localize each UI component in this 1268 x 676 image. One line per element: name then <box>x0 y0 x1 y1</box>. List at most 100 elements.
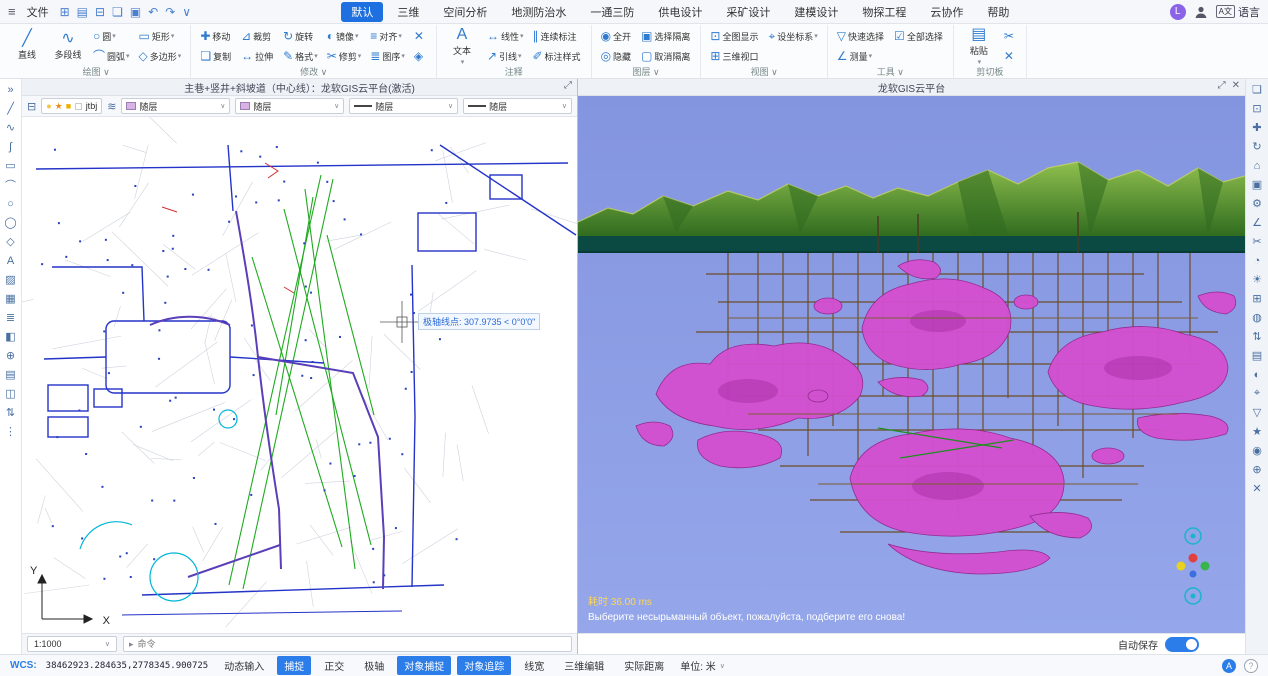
tool-measure[interactable]: ∠测量▾ <box>834 46 888 66</box>
tool-move[interactable]: ✚移动 <box>197 26 235 46</box>
tool-align[interactable]: ≡对齐▾ <box>367 26 408 46</box>
tool-unisolate[interactable]: ▢取消隔离 <box>638 46 694 66</box>
lineweight-select[interactable]: 随层 ∨ <box>463 98 572 114</box>
tool-stretch[interactable]: ↔拉伸 <box>238 46 277 66</box>
tool-cut[interactable]: ✂ <box>1001 26 1020 46</box>
viewport-tool-icon[interactable]: ◫ <box>2 385 20 402</box>
redo-icon[interactable]: ↷ <box>165 6 175 18</box>
tab-geology-water[interactable]: 地测防治水 <box>501 2 576 22</box>
home-view-icon[interactable]: ⌂ <box>1248 157 1266 174</box>
tool-clear[interactable]: ✕ <box>1001 46 1020 66</box>
circle-tool-icon[interactable]: ○ <box>2 195 20 212</box>
quickbar-more-icon[interactable]: ∨ <box>182 6 191 18</box>
ortho-toggle[interactable]: 正交 <box>317 656 351 675</box>
line-tool-icon[interactable]: ╱ <box>2 100 20 117</box>
hatch-tool-icon[interactable]: ▨ <box>2 271 20 288</box>
snap-toggle[interactable]: 捕捉 <box>277 656 311 675</box>
tool-line[interactable]: ╱直线 <box>8 26 46 66</box>
polar-toggle[interactable]: 极轴 <box>357 656 391 675</box>
tool-leader[interactable]: ↗引线▾ <box>484 46 527 66</box>
tool-arc[interactable]: ⌒圆弧▾ <box>90 46 133 66</box>
assistant-icon[interactable]: A <box>1222 659 1236 673</box>
tool-rectangle[interactable]: ▭矩形▾ <box>136 26 185 46</box>
tool-rotate[interactable]: ↻旋转 <box>280 26 321 46</box>
fullscreen-icon[interactable]: ⤢ <box>1218 80 1226 91</box>
mirror-view-icon[interactable]: ◐ <box>1248 366 1266 383</box>
block-tool-icon[interactable]: ◧ <box>2 328 20 345</box>
layer-checkbox-icon[interactable]: ▢ <box>74 102 83 111</box>
lineweight-toggle[interactable]: 线宽 <box>517 656 551 675</box>
tool-explode[interactable]: ◈ <box>411 46 430 66</box>
table-tool-icon[interactable]: ▦ <box>2 290 20 307</box>
tool-layers-hide[interactable]: ◎隐藏 <box>598 46 636 66</box>
polygon-tool-icon[interactable]: ◇ <box>2 233 20 250</box>
ribbon-group-label[interactable]: 图层 ∨ <box>598 66 695 78</box>
tool-format-brush[interactable]: ✎格式▾ <box>280 46 321 66</box>
tab-power-design[interactable]: 供电设计 <box>648 2 712 22</box>
orbit-icon[interactable]: ↻ <box>1248 138 1266 155</box>
ellipse-tool-icon[interactable]: ◯ <box>2 214 20 231</box>
unit-select[interactable]: 单位: 米 ∨ <box>680 658 725 673</box>
3d-edit-toggle[interactable]: 三维编辑 <box>557 656 611 675</box>
record-icon[interactable]: ◉ <box>1248 442 1266 459</box>
text-tool-icon[interactable]: A <box>2 252 20 269</box>
tab-cloud-collab[interactable]: 云协作 <box>920 2 973 22</box>
shade-mode-icon[interactable]: ◔ <box>1248 252 1266 269</box>
scene-3d-render[interactable] <box>578 96 1245 633</box>
otrack-toggle[interactable]: 对象追踪 <box>457 656 511 675</box>
more-tools-icon[interactable]: ⋮ <box>2 423 20 440</box>
tab-3d[interactable]: 三维 <box>387 2 429 22</box>
layer-state-icon[interactable]: ▤ <box>1248 347 1266 364</box>
layer-manager-icon[interactable]: ⊟ <box>27 100 36 113</box>
close-icon[interactable]: ✕ <box>1232 80 1240 91</box>
section-icon[interactable]: ✂ <box>1248 233 1266 250</box>
ucs-icon[interactable]: ⌖ <box>1248 385 1266 402</box>
fit-extents-icon[interactable]: ⊡ <box>1248 100 1266 117</box>
select-box-icon[interactable]: ▣ <box>1248 176 1266 193</box>
tool-delete[interactable]: ✕ <box>411 26 430 46</box>
print-icon[interactable]: ▣ <box>130 6 141 18</box>
language-switcher[interactable]: A文 语言 <box>1216 4 1260 20</box>
tool-continue-dim[interactable]: ∥连续标注 <box>529 26 584 46</box>
save-as-icon[interactable]: ❏ <box>112 6 123 18</box>
point-tool-icon[interactable]: ⊕ <box>2 347 20 364</box>
fullscreen-icon[interactable]: ⤢ <box>564 80 572 91</box>
measure-angle-icon[interactable]: ∠ <box>1248 214 1266 231</box>
spline-tool-icon[interactable]: ʃ <box>2 138 20 155</box>
tab-help[interactable]: 帮助 <box>977 2 1019 22</box>
new-file-icon[interactable]: ⊞ <box>60 6 70 18</box>
polyline-tool-icon[interactable]: ∿ <box>2 119 20 136</box>
layer-list-icon[interactable]: ≣ <box>2 309 20 326</box>
tool-paste[interactable]: ▤粘贴▾ <box>960 26 998 66</box>
real-distance-toggle[interactable]: 实际距离 <box>617 656 671 675</box>
tab-ventilation[interactable]: 一通三防 <box>580 2 644 22</box>
layer-color-select[interactable]: 随层 ∨ <box>121 98 230 114</box>
tab-geophysics[interactable]: 物探工程 <box>852 2 916 22</box>
ribbon-group-label[interactable]: 工具 ∨ <box>834 66 947 78</box>
ribbon-group-label[interactable]: 修改 ∨ <box>197 66 430 78</box>
rectangle-tool-icon[interactable]: ▭ <box>2 157 20 174</box>
undo-icon[interactable]: ↶ <box>148 6 158 18</box>
tool-dim-style[interactable]: ✐标注样式 <box>529 46 584 66</box>
entity-color-select[interactable]: 随层 ∨ <box>235 98 344 114</box>
render-icon[interactable]: ◍ <box>1248 309 1266 326</box>
user-avatar[interactable]: L <box>1170 4 1186 20</box>
tool-linear-dim[interactable]: ↔线性▾ <box>484 26 527 46</box>
scale-select[interactable]: 1:1000 ∨ <box>27 636 117 652</box>
tool-isolate-selection[interactable]: ▣选择隔离 <box>638 26 694 46</box>
tool-draw-order[interactable]: ≣图序▾ <box>367 46 408 66</box>
filter-select-icon[interactable]: ▽ <box>1248 404 1266 421</box>
swap-view-icon[interactable]: ⇅ <box>1248 328 1266 345</box>
ribbon-group-label[interactable]: 剪切板 <box>960 66 1020 78</box>
tool-trim[interactable]: ✂修剪▾ <box>324 46 365 66</box>
tab-spatial-analysis[interactable]: 空间分析 <box>433 2 497 22</box>
tool-layers-all-on[interactable]: ◉全开 <box>598 26 636 46</box>
cad-canvas[interactable]: 极轴线点: 307.9735 < 0°0'0" Y X <box>22 117 577 633</box>
tool-copy[interactable]: ❏复制 <box>197 46 235 66</box>
settings-icon[interactable]: ⚙ <box>1248 195 1266 212</box>
tab-default[interactable]: 默认 <box>341 2 383 22</box>
tool-select-all[interactable]: ☑全部选择 <box>891 26 947 46</box>
save-icon[interactable]: ⊟ <box>95 6 105 18</box>
close-panel-icon[interactable]: ✕ <box>1248 480 1266 497</box>
ribbon-group-label[interactable]: 视图 ∨ <box>707 66 820 78</box>
